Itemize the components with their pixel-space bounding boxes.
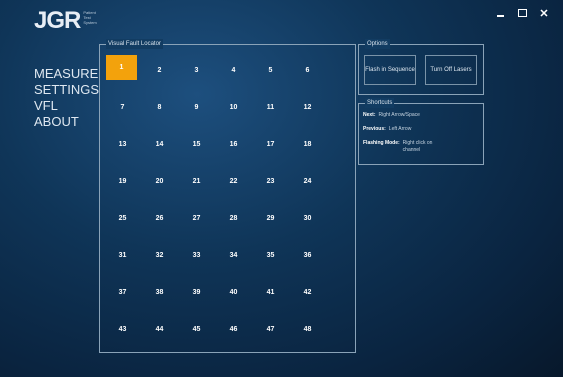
- channel-button[interactable]: 12: [289, 89, 326, 126]
- channel-button[interactable]: 31: [104, 237, 141, 274]
- shortcut-flashing-mode: Flashing Mode: Right click on channel: [363, 140, 443, 154]
- logo-subtitle: Patient Test System: [83, 10, 97, 25]
- channel-button[interactable]: 44: [141, 311, 178, 348]
- channel-button[interactable]: 9: [178, 89, 215, 126]
- shortcut-key: Previous:: [363, 126, 386, 132]
- channel-button[interactable]: 30: [289, 200, 326, 237]
- flash-in-sequence-button[interactable]: Flash in Sequence: [364, 55, 416, 85]
- channel-button[interactable]: 17: [252, 126, 289, 163]
- channel-button[interactable]: 42: [289, 274, 326, 311]
- channel-button[interactable]: 37: [104, 274, 141, 311]
- channel-button[interactable]: 19: [104, 163, 141, 200]
- sidebar-item-measure[interactable]: MEASURE: [34, 66, 99, 82]
- channel-button[interactable]: 14: [141, 126, 178, 163]
- channel-button[interactable]: 40: [215, 274, 252, 311]
- channel-button[interactable]: 20: [141, 163, 178, 200]
- shortcut-value: Right click on channel: [402, 140, 433, 153]
- channel-button[interactable]: 32: [141, 237, 178, 274]
- app-logo: JGR Patient Test System: [34, 8, 99, 34]
- channel-button[interactable]: 28: [215, 200, 252, 237]
- shortcut-key: Flashing Mode:: [363, 140, 400, 146]
- shortcut-next: Next: Right Arrow/Space: [363, 112, 420, 119]
- channel-button[interactable]: 7: [104, 89, 141, 126]
- shortcuts-panel: Shortcuts Next: Right Arrow/Space Previo…: [358, 98, 484, 165]
- turn-off-lasers-button[interactable]: Turn Off Lasers: [425, 55, 477, 85]
- minimize-button[interactable]: [495, 8, 505, 18]
- channel-button[interactable]: 35: [252, 237, 289, 274]
- channel-button[interactable]: 21: [178, 163, 215, 200]
- channel-button[interactable]: 11: [252, 89, 289, 126]
- channel-button[interactable]: 25: [104, 200, 141, 237]
- channel-button[interactable]: 1: [106, 55, 137, 80]
- channel-button[interactable]: 22: [215, 163, 252, 200]
- logo-mark: JGR: [34, 7, 81, 34]
- channel-button[interactable]: 2: [141, 52, 178, 89]
- options-panel-legend: Options: [365, 39, 390, 49]
- shortcut-value: Right Arrow/Space: [378, 112, 420, 118]
- shortcuts-panel-legend: Shortcuts: [365, 98, 395, 108]
- channel-button[interactable]: 6: [289, 52, 326, 89]
- channel-button[interactable]: 41: [252, 274, 289, 311]
- maximize-icon: [517, 9, 527, 17]
- channel-button[interactable]: 16: [215, 126, 252, 163]
- channel-button[interactable]: 10: [215, 89, 252, 126]
- channel-button[interactable]: 47: [252, 311, 289, 348]
- channel-button[interactable]: 26: [141, 200, 178, 237]
- channel-button[interactable]: 48: [289, 311, 326, 348]
- visual-fault-locator-panel: Visual Fault Locator 1 2 3 4 5 6 7 8 9 10 11 12 13 14…: [99, 39, 356, 353]
- channel-button[interactable]: 15: [178, 126, 215, 163]
- channel-button[interactable]: 4: [215, 52, 252, 89]
- sidebar-item-vfl[interactable]: VFL: [34, 98, 99, 114]
- channel-button[interactable]: 27: [178, 200, 215, 237]
- channel-button[interactable]: 13: [104, 126, 141, 163]
- channel-button[interactable]: 8: [141, 89, 178, 126]
- channel-button[interactable]: 24: [289, 163, 326, 200]
- shortcut-previous: Previous: Left Arrow: [363, 126, 411, 133]
- shortcut-key: Next:: [363, 112, 376, 118]
- channel-grid: 1 2 3 4 5 6 7 8 9 10 11 12 13 14 15 16 17 18 19 20 21 22 23 24 2…: [104, 52, 326, 348]
- channel-button[interactable]: 5: [252, 52, 289, 89]
- options-panel: Options Flash in Sequence Turn Off Laser…: [358, 39, 484, 95]
- channel-button[interactable]: 34: [215, 237, 252, 274]
- vfl-panel-legend: Visual Fault Locator: [106, 39, 163, 49]
- channel-button[interactable]: 38: [141, 274, 178, 311]
- channel-button[interactable]: 46: [215, 311, 252, 348]
- sidebar-menu: MEASURE SETTINGS VFL ABOUT: [34, 66, 99, 130]
- maximize-button[interactable]: [517, 8, 527, 18]
- close-button[interactable]: ✕: [539, 7, 549, 20]
- channel-button[interactable]: 23: [252, 163, 289, 200]
- channel-button[interactable]: 33: [178, 237, 215, 274]
- minimize-icon: [496, 15, 504, 17]
- channel-button[interactable]: 43: [104, 311, 141, 348]
- channel-button[interactable]: 18: [289, 126, 326, 163]
- close-icon: ✕: [539, 7, 549, 20]
- channel-button[interactable]: 39: [178, 274, 215, 311]
- sidebar-item-about[interactable]: ABOUT: [34, 114, 99, 130]
- window-controls: ✕: [495, 7, 549, 20]
- channel-button[interactable]: 3: [178, 52, 215, 89]
- shortcut-value: Left Arrow: [388, 126, 412, 132]
- sidebar-item-settings[interactable]: SETTINGS: [34, 82, 99, 98]
- channel-button[interactable]: 36: [289, 237, 326, 274]
- channel-button[interactable]: 45: [178, 311, 215, 348]
- channel-button[interactable]: 29: [252, 200, 289, 237]
